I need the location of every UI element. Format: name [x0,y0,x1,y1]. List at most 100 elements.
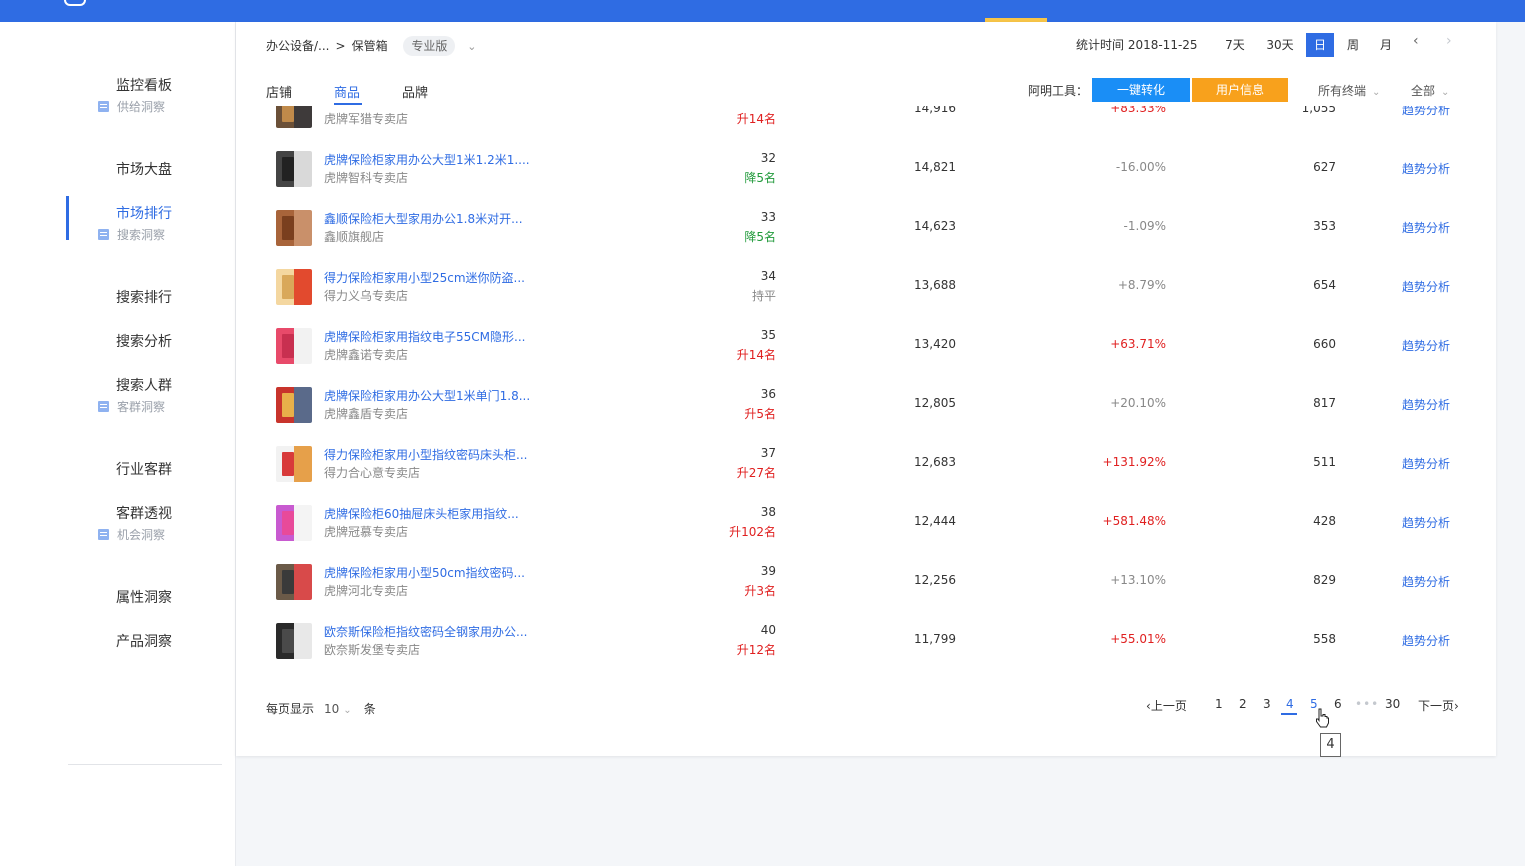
growth-percent: +20.10% [1110,396,1166,410]
chart-bar-icon [98,101,109,112]
rank-change: 降5名 [744,230,776,244]
growth-percent: -1.09% [1123,219,1166,233]
page-2[interactable]: 2 [1239,697,1247,711]
page-30[interactable]: 30 [1385,697,1400,711]
index-value: 12,683 [914,455,956,469]
rank-value: 32 [760,151,776,165]
shop-name: 虎牌智科专卖店 [324,171,409,185]
chevron-down-icon: ⌄ [1372,87,1381,98]
tab-active-indicator [334,103,362,105]
trend-analysis-link[interactable]: 趋势分析 [1402,455,1450,472]
trend-analysis-link[interactable]: 趋势分析 [1402,219,1450,236]
next-page-button[interactable]: 下一页› [1418,697,1459,714]
table-row: 得力保险柜家用小型指纹密码床头柜... 得力合心意专卖店 37 升27名 12,683 +… [236,432,1496,491]
product-name-link[interactable]: 鑫顺保险柜大型家用办公1.8米对开... [324,210,523,227]
side-float-tab[interactable]: ​ [1516,276,1525,292]
trend-analysis-link[interactable]: 趋势分析 [1402,396,1450,413]
period-month[interactable]: 月 [1372,33,1400,57]
breadcrumb-leaf[interactable]: 保管箱 [352,39,388,53]
count-value: 428 [1313,514,1336,528]
period-7d[interactable]: 7天 [1220,33,1250,57]
trend-analysis-link[interactable]: 趋势分析 [1402,278,1450,295]
sidebar-item-9[interactable]: 行业客群 [0,448,236,492]
page-4[interactable]: 4 [1286,697,1294,711]
user-info-button[interactable]: 用户信息 [1192,78,1288,102]
product-thumbnail[interactable] [276,210,312,246]
terminal-dropdown[interactable]: 所有终端 ⌄ [1318,82,1380,99]
rank-change: 持平 [751,289,776,303]
product-thumbnail[interactable] [276,387,312,423]
count-value: 1,055 [1301,106,1336,115]
index-value: 14,623 [914,219,956,233]
trend-analysis-link[interactable]: 趋势分析 [1402,337,1450,354]
page-ellipsis[interactable]: ••• [1355,697,1379,711]
page-6[interactable]: 6 [1334,697,1342,711]
breadcrumb-category[interactable]: 办公设备/... [266,39,330,53]
per-page-label: 每页显示 [266,702,315,716]
product-name-link[interactable]: 虎牌保险柜家用办公大型1米1.2米1.... [324,151,530,168]
one-click-convert-button[interactable]: 一键转化 [1092,78,1190,102]
sidebar-item-6[interactable]: 搜索分析 [0,320,236,364]
index-value: 12,256 [914,573,956,587]
product-thumbnail[interactable] [276,328,312,364]
shop-name: 虎牌鑫盾专卖店 [324,407,409,421]
scope-dropdown-value: 全部 [1411,84,1436,98]
tab-product[interactable]: 商品 [334,82,360,101]
product-name-link[interactable]: 虎牌保险柜家用办公大型1米单门1.8... [324,387,530,404]
page-1[interactable]: 1 [1215,697,1223,711]
shop-name: 得力合心意专卖店 [324,466,421,480]
sidebar-item-12[interactable]: 属性洞察 [0,576,236,620]
tools-label: 阿明工具： [1028,84,1089,98]
chevron-down-icon[interactable]: ⌄ [467,40,476,53]
period-30d[interactable]: 30天 [1263,33,1297,57]
growth-percent: +131.92% [1102,455,1166,469]
product-thumbnail[interactable] [276,106,312,128]
trend-analysis-link[interactable]: 趋势分析 [1402,573,1450,590]
product-thumbnail[interactable] [276,623,312,659]
growth-percent: +13.10% [1110,573,1166,587]
tab-brand[interactable]: 品牌 [402,82,428,101]
growth-percent: +63.71% [1110,337,1166,351]
period-week[interactable]: 周 [1339,33,1367,57]
product-thumbnail[interactable] [276,564,312,600]
sidebar: 监控看板 供给洞察 市场大盘 市场排行 搜索洞察 搜索排行 搜索分析 搜索人群 客群洞察 行业客群… [0,22,236,866]
product-thumbnail[interactable] [276,151,312,187]
trend-analysis-link[interactable]: 趋势分析 [1402,160,1450,177]
rank-value: 39 [760,564,776,578]
product-name-link[interactable]: 虎牌保险柜家用指纹电子55CM隐形... [324,328,525,345]
product-name-link[interactable]: 虎牌保险柜家用小型50cm指纹密码... [324,564,525,581]
per-page-value[interactable]: 10 [324,702,339,716]
app-logo-icon [64,0,86,6]
page-3[interactable]: 3 [1263,697,1271,711]
table-row: 虎牌保险柜家用指纹电子55CM隐形... 虎牌鑫诺专卖店 35 升14名 13,420 +… [236,314,1496,373]
prev-page-label: 上一页 [1150,699,1187,713]
period-day[interactable]: 日 [1306,33,1334,57]
index-value: 13,688 [914,278,956,292]
product-name-link[interactable]: 得力保险柜家用小型25cm迷你防盗... [324,269,525,286]
product-thumbnail[interactable] [276,446,312,482]
product-thumbnail[interactable] [276,269,312,305]
product-thumbnail[interactable] [276,505,312,541]
rank-change: 升14名 [736,348,776,362]
rank-change: 升27名 [736,466,776,480]
tab-shop[interactable]: 店铺 [266,82,292,101]
chevron-down-icon[interactable]: ⌄ [343,705,351,716]
sidebar-item-2[interactable]: 市场大盘 [0,148,236,192]
chevron-right-icon[interactable]: › [1446,33,1452,49]
chevron-left-icon[interactable]: ‹ [1413,33,1419,49]
prev-page-button[interactable]: ‹上一页 [1146,697,1187,714]
scope-dropdown[interactable]: 全部 ⌄ [1411,82,1449,99]
sidebar-group-label: 搜索洞察 [117,228,166,242]
chart-bar-icon [98,401,109,412]
product-name-link[interactable]: 虎牌保险柜60抽屉床头柜家用指纹... [324,505,519,522]
trend-analysis-link[interactable]: 趋势分析 [1402,106,1450,118]
product-name-link[interactable]: 欧奈斯保险柜指纹密码全钢家用办公... [324,623,527,640]
product-name-link[interactable]: 得力保险柜家用小型指纹密码床头柜... [324,446,527,463]
top-nav-bar [0,0,1525,22]
sidebar-item-13[interactable]: 产品洞察 [0,620,236,664]
stat-time: 统计时间 2018-11-25 [1076,38,1198,52]
trend-analysis-link[interactable]: 趋势分析 [1402,514,1450,531]
sidebar-group-8: 客群洞察 [98,395,236,419]
trend-analysis-link[interactable]: 趋势分析 [1402,632,1450,649]
sidebar-item-5[interactable]: 搜索排行 [0,276,236,320]
